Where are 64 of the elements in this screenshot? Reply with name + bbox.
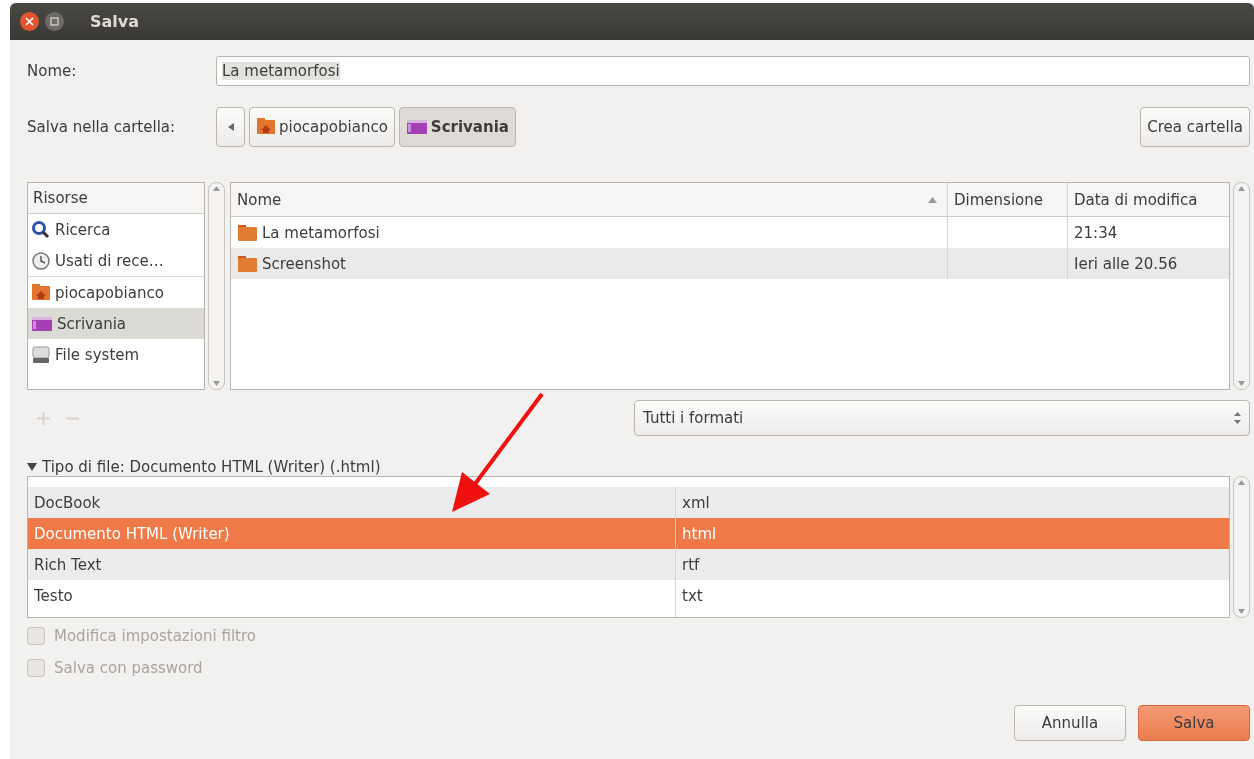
folder-icon	[237, 253, 257, 274]
field-label: Salva nella cartella:	[27, 118, 177, 136]
down-arrow-icon	[1238, 609, 1245, 614]
save-button[interactable]: Salva	[1138, 705, 1250, 741]
column-header[interactable]: Nome	[231, 183, 947, 216]
file-type-row[interactable]: DocBook xml	[28, 487, 1229, 518]
down-triangle-icon	[27, 462, 37, 472]
search-icon	[31, 219, 51, 240]
square-icon	[50, 17, 59, 26]
checkbox-label: Modifica impostazioni filtro	[54, 627, 256, 645]
down-arrow-icon	[1238, 381, 1245, 386]
desktop-folder-icon	[405, 117, 428, 137]
file-row[interactable]: Screenshot Ieri alle 20.56	[231, 248, 1229, 279]
drive-icon	[31, 344, 51, 365]
column-header[interactable]: Dimensione	[947, 183, 1067, 216]
file-name: La metamorfosi	[262, 223, 380, 242]
sort-ascending-icon	[928, 196, 937, 203]
scrollbar[interactable]	[1233, 476, 1250, 618]
close-button[interactable]	[20, 12, 39, 31]
file-type-row[interactable]: Rich Text rtf	[28, 549, 1229, 580]
file-extension: html	[682, 524, 717, 543]
close-icon	[25, 17, 34, 26]
place-item[interactable]: File system	[28, 339, 204, 370]
file-type-expander[interactable]: Tipo di file: Documento HTML (Writer) (.html)	[27, 458, 1250, 476]
modified-date: 21:34	[1074, 223, 1118, 242]
file-type-name: Rich Text	[34, 555, 102, 574]
place-item[interactable]: Ricerca	[28, 214, 204, 245]
checkbox-label: Salva con password	[54, 659, 203, 677]
folder-icon	[237, 222, 257, 243]
place-item[interactable]: Scrivania	[28, 308, 204, 339]
up-arrow-icon	[213, 186, 220, 191]
plus-icon	[37, 411, 50, 425]
create-folder-button[interactable]: Crea cartella	[1140, 107, 1250, 147]
file-name: Screenshot	[262, 254, 346, 273]
up-arrow-icon	[1238, 480, 1245, 485]
file-extension: xml	[682, 493, 710, 512]
file-extension: rtf	[682, 555, 700, 574]
path-button[interactable]: Scrivania	[398, 107, 516, 147]
up-arrow-icon	[1238, 186, 1245, 191]
left-triangle-icon	[227, 123, 234, 131]
house-folder-icon	[256, 117, 276, 137]
format-dropdown[interactable]: Tutti i formati	[634, 400, 1250, 436]
down-arrow-icon	[213, 381, 220, 386]
window-title: Salva	[90, 12, 140, 31]
file-extension: txt	[682, 586, 703, 605]
file-type-row[interactable]: Testo txt	[28, 580, 1229, 611]
file-type-name: Documento HTML (Writer)	[34, 524, 230, 543]
scrollbar[interactable]	[1233, 182, 1250, 390]
clock-icon	[31, 250, 51, 271]
place-item[interactable]: Usati di rece…	[28, 245, 204, 276]
column-header[interactable]: Risorse	[28, 183, 204, 214]
cancel-button[interactable]: Annulla	[1014, 705, 1126, 741]
house-folder-icon	[31, 282, 51, 303]
name-input-field[interactable]: La metamorfosi	[216, 56, 1250, 86]
column-header[interactable]: Data di modifica	[1067, 183, 1229, 216]
file-type-name: Testo	[34, 586, 73, 605]
updown-arrow-icon	[1234, 412, 1241, 424]
path-button[interactable]: piocapobianco	[249, 107, 395, 147]
back-button[interactable]	[216, 107, 245, 147]
file-type-name: DocBook	[34, 493, 101, 512]
scrollbar[interactable]	[208, 182, 225, 390]
modified-date: Ieri alle 20.56	[1074, 254, 1178, 273]
maximize-button[interactable]	[45, 12, 64, 31]
field-label: Nome:	[27, 62, 78, 80]
